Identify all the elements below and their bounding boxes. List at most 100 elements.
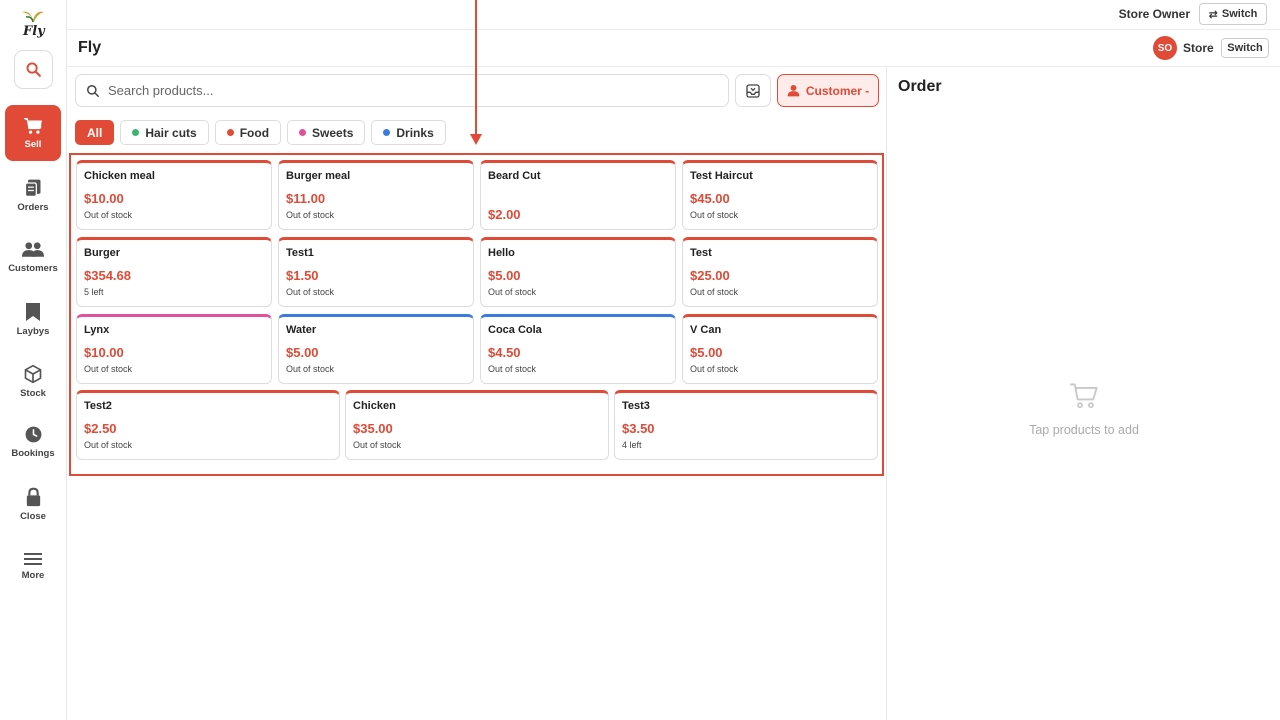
logo-text: Fly: [23, 24, 45, 39]
page-title: Fly: [78, 39, 102, 56]
product-stock: Out of stock: [286, 287, 335, 297]
bookmark-icon: [26, 302, 40, 321]
person-icon: [787, 84, 800, 97]
product-price: $354.68: [84, 268, 131, 283]
filter-chip-label: Sweets: [312, 125, 354, 140]
product-card[interactable]: Hello $5.00 Out of stock: [480, 237, 676, 307]
customer-button-label: Customer -: [805, 83, 870, 98]
product-card[interactable]: Chicken meal $10.00 Out of stock: [76, 160, 272, 230]
product-card[interactable]: Test1 $1.50 Out of stock: [278, 237, 474, 307]
product-stock: Out of stock: [84, 364, 133, 374]
product-price: $25.00: [690, 268, 730, 283]
empty-cart: Tap products to add: [887, 382, 1280, 437]
switch-store-button[interactable]: Switch: [1221, 38, 1269, 58]
sidebar-item-label: Laybys: [16, 325, 50, 337]
product-name: Burger: [84, 247, 121, 259]
customers-icon: [22, 241, 44, 257]
product-stock: Out of stock: [488, 287, 537, 297]
switch-store-label: Switch: [1227, 42, 1263, 54]
product-card[interactable]: Test $25.00 Out of stock: [682, 237, 878, 307]
product-name: Test1: [286, 247, 314, 259]
product-stock: Out of stock: [690, 210, 739, 220]
sidebar-item-more[interactable]: More: [5, 538, 61, 594]
filter-chip-drinks[interactable]: Drinks: [371, 120, 446, 145]
sidebar-item-bookings[interactable]: Bookings: [5, 414, 61, 470]
product-price: $45.00: [690, 191, 730, 206]
product-stock: Out of stock: [84, 440, 133, 450]
sidebar-item-orders[interactable]: Orders: [5, 167, 61, 223]
product-name: Chicken meal: [84, 170, 155, 182]
sidebar-item-label: Sell: [24, 138, 42, 150]
cart-icon: [23, 117, 42, 134]
product-card[interactable]: Test3 $3.50 4 left: [614, 390, 878, 460]
sidebar-item-label: Orders: [17, 201, 49, 213]
swap-icon: ⇄: [1208, 8, 1218, 21]
annotation-arrow-line: [475, 0, 477, 136]
product-stock: Out of stock: [286, 210, 335, 220]
empty-cart-icon: [1070, 383, 1098, 409]
product-price: $2.00: [488, 207, 521, 222]
switch-user-button[interactable]: ⇄ Switch: [1199, 3, 1267, 25]
product-card[interactable]: Burger $354.68 5 left: [76, 237, 272, 307]
avatar[interactable]: SO: [1153, 36, 1177, 60]
product-card[interactable]: Chicken $35.00 Out of stock: [345, 390, 609, 460]
product-stock: 4 left: [622, 440, 642, 450]
filter-chip-label: Food: [239, 125, 270, 140]
menu-icon: [24, 552, 42, 565]
product-price: $10.00: [84, 191, 124, 206]
sidebar-item-sell[interactable]: Sell: [5, 105, 61, 161]
filter-chip-sweets[interactable]: Sweets: [287, 120, 366, 145]
search-icon: [87, 84, 99, 97]
product-price: $1.50: [286, 268, 319, 283]
product-price: $2.50: [84, 421, 117, 436]
product-name: Hello: [488, 247, 515, 259]
product-name: Test: [690, 247, 712, 259]
product-stock: Out of stock: [488, 364, 537, 374]
filter-chip-label: All: [87, 125, 103, 140]
product-card[interactable]: Burger meal $11.00 Out of stock: [278, 160, 474, 230]
header: Fly SO Store Switch: [67, 30, 1280, 67]
sidebar-search-button[interactable]: [14, 50, 53, 89]
product-grid-highlight: Chicken meal $10.00 Out of stock Burger …: [69, 153, 884, 476]
product-price: $35.00: [353, 421, 393, 436]
category-dot-icon: [299, 129, 307, 136]
sidebar-item-label: Stock: [20, 387, 46, 399]
search-icon: [26, 62, 41, 77]
clock-icon: [25, 426, 41, 443]
product-card[interactable]: V Can $5.00 Out of stock: [682, 314, 878, 384]
product-price: $11.00: [286, 191, 326, 206]
product-name: V Can: [690, 324, 722, 336]
sidebar-item-label: Bookings: [11, 448, 55, 459]
filter-chip-label: Drinks: [396, 125, 434, 140]
sidebar-item-laybys[interactable]: Laybys: [5, 291, 61, 347]
order-panel: Order Tap products to add: [886, 67, 1280, 720]
sidebar-item-stock[interactable]: Stock: [5, 353, 61, 409]
product-card[interactable]: Test Haircut $45.00 Out of stock: [682, 160, 878, 230]
search-input[interactable]: [108, 83, 668, 98]
pos-app: Fly Sell Orders Customers Laybys Stock B…: [0, 0, 1280, 720]
customer-button[interactable]: Customer -: [777, 74, 879, 107]
filter-chip-label: Hair cuts: [145, 125, 197, 140]
filter-chip-hair-cuts[interactable]: Hair cuts: [120, 120, 209, 145]
filter-chip-all[interactable]: All: [75, 120, 115, 145]
product-search[interactable]: [75, 74, 729, 107]
scan-button[interactable]: [735, 74, 771, 107]
category-dot-icon: [383, 129, 391, 136]
product-card[interactable]: Beard Cut $2.00: [480, 160, 676, 230]
product-card[interactable]: Test2 $2.50 Out of stock: [76, 390, 340, 460]
product-card[interactable]: Lynx $10.00 Out of stock: [76, 314, 272, 384]
product-name: Burger meal: [286, 170, 351, 182]
product-stock: Out of stock: [353, 440, 402, 450]
product-name: Test Haircut: [690, 170, 753, 182]
product-price: $4.50: [488, 345, 521, 360]
scan-box-icon: [746, 83, 760, 98]
sidebar-item-close[interactable]: Close: [5, 476, 61, 532]
empty-cart-text: Tap products to add: [1029, 423, 1139, 437]
filter-chip-food[interactable]: Food: [214, 120, 282, 145]
order-title: Order: [898, 78, 942, 95]
product-name: Coca Cola: [488, 324, 542, 336]
product-card[interactable]: Water $5.00 Out of stock: [278, 314, 474, 384]
product-card[interactable]: Coca Cola $4.50 Out of stock: [480, 314, 676, 384]
sidebar-item-customers[interactable]: Customers: [5, 229, 61, 285]
annotation-arrow-head-icon: [470, 134, 482, 145]
